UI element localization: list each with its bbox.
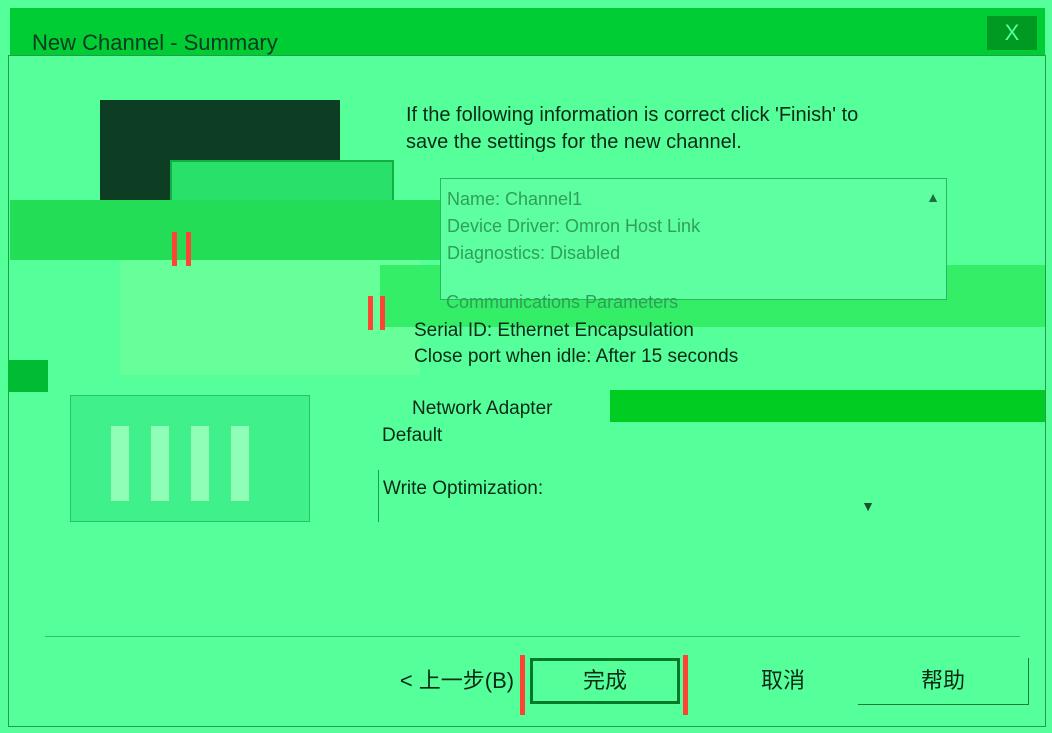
marker [520,655,525,715]
summary-driver: Device Driver: Omron Host Link [447,216,701,236]
instruction-line-2: save the settings for the new channel. [406,131,742,153]
decorative-band [10,200,440,260]
button-separator [45,636,1020,637]
decorative-band [8,360,48,392]
summary-network-adapter: Network Adapter [412,398,553,419]
title-bar: New Channel - Summary X [10,8,1045,56]
marker [380,296,385,330]
scroll-up-icon[interactable]: ▲ [926,189,940,205]
summary-listbox[interactable]: Name: Channel1 Device Driver: Omron Host… [440,178,947,300]
chevron-down-icon: ▼ [861,498,875,514]
summary-comm-header: Communications Parameters [446,292,679,312]
write-optimization-label: Write Optimization: [383,478,544,499]
summary-serial-id: Serial ID: Ethernet Encapsulation [414,320,694,341]
illustration-computer-base [120,245,420,375]
illustration-plc-rack [70,395,310,522]
marker [683,655,688,715]
rack-slot [111,426,129,501]
new-channel-dialog: New Channel - Summary X If the following… [0,0,1052,733]
back-button[interactable]: < 上一步(B) [388,658,526,704]
instruction-text: If the following information is correct … [406,102,858,156]
finish-button[interactable]: 完成 [530,658,680,704]
cancel-button[interactable]: 取消 [713,658,853,704]
decorative-band [610,390,1045,422]
marker [186,232,191,266]
help-button[interactable]: 帮助 [858,658,1029,705]
write-optimization-dropdown[interactable]: Write Optimization: ▼ [378,470,879,522]
rack-slot [231,426,249,501]
summary-name: Name: Channel1 [447,189,583,209]
window-title: New Channel - Summary [32,30,278,55]
close-button[interactable]: X [987,16,1037,50]
summary-diagnostics: Diagnostics: Disabled [447,243,621,263]
rack-slot [151,426,169,501]
close-icon: X [1004,20,1020,45]
marker [368,296,373,330]
summary-default: Default [382,425,443,446]
marker [172,232,177,266]
summary-close-port: Close port when idle: After 15 seconds [414,346,739,367]
instruction-line-1: If the following information is correct … [406,104,859,126]
rack-slot [191,426,209,501]
